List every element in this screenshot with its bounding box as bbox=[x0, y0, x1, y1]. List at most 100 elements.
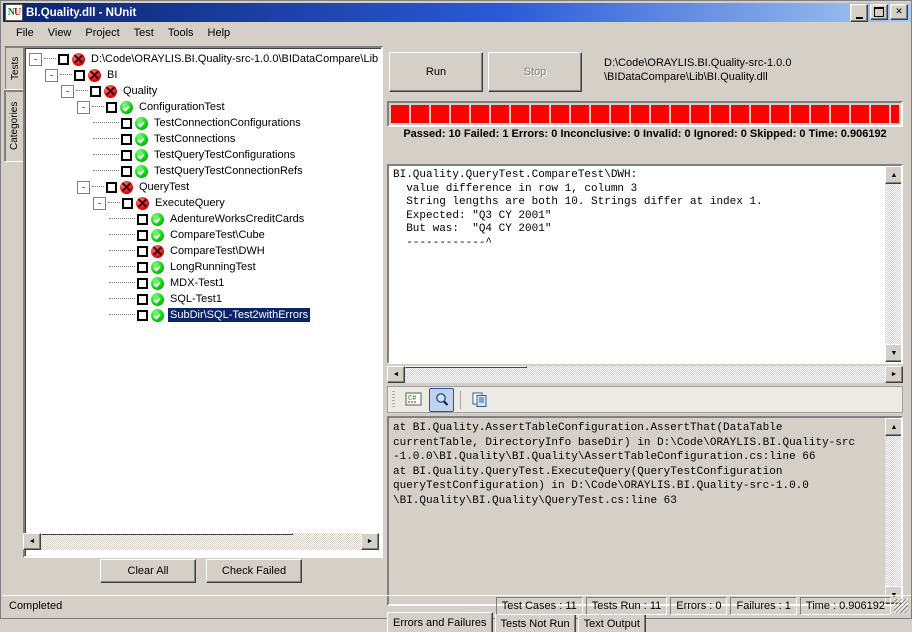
scroll-left-arrow-icon[interactable]: ◄ bbox=[387, 366, 405, 383]
tree-node[interactable]: CompareTest\Cube bbox=[29, 227, 381, 243]
menu-view[interactable]: View bbox=[41, 25, 79, 41]
tree-node[interactable]: -QueryTest bbox=[29, 179, 381, 195]
stack-trace-text: at BI.Quality.AssertTableConfiguration.A… bbox=[389, 418, 901, 511]
tree-node-checkbox[interactable] bbox=[90, 86, 101, 97]
progress-bar-fill bbox=[391, 105, 899, 123]
tree-node-checkbox[interactable] bbox=[121, 134, 132, 145]
tree-expander-icon[interactable]: - bbox=[77, 101, 90, 114]
progress-segment bbox=[831, 105, 849, 123]
test-tree-panel[interactable]: - D:\Code\ORAYLIS.BI.Quality-src-1.0.0\BI… bbox=[23, 46, 383, 558]
tree-node-checkbox[interactable] bbox=[137, 246, 148, 257]
tree-node-checkbox[interactable] bbox=[74, 70, 85, 81]
scroll-track[interactable] bbox=[885, 436, 901, 586]
tree-node[interactable]: LongRunningTest bbox=[29, 259, 381, 275]
title-bar: NU BI.Quality.dll - NUnit ✕ bbox=[3, 3, 911, 22]
tree-node[interactable]: -BI bbox=[29, 67, 381, 83]
tree-node-checkbox[interactable] bbox=[137, 310, 148, 321]
test-failed-icon bbox=[104, 85, 117, 98]
tree-expander-icon[interactable]: - bbox=[93, 197, 106, 210]
test-failed-icon bbox=[136, 197, 149, 210]
minimize-button[interactable] bbox=[850, 4, 868, 22]
tree-node-checkbox[interactable] bbox=[137, 230, 148, 241]
tree-node[interactable]: -ConfigurationTest bbox=[29, 99, 381, 115]
errors-horizontal-scrollbar[interactable]: ◄ ► bbox=[387, 366, 903, 383]
scroll-track[interactable] bbox=[41, 533, 361, 550]
test-passed-icon bbox=[135, 165, 148, 178]
scroll-left-arrow-icon[interactable]: ◄ bbox=[23, 533, 41, 550]
clear-all-button[interactable]: Clear All bbox=[100, 559, 196, 583]
menu-file[interactable]: File bbox=[9, 25, 41, 41]
tab-tests-not-run[interactable]: Tests Not Run bbox=[495, 614, 576, 632]
tree-node-checkbox[interactable] bbox=[121, 150, 132, 161]
tree-connector bbox=[109, 218, 135, 220]
scroll-thumb[interactable] bbox=[41, 533, 293, 535]
tree-node-checkbox[interactable] bbox=[58, 54, 69, 65]
scroll-thumb[interactable] bbox=[405, 366, 527, 368]
tree-node-checkbox[interactable] bbox=[121, 118, 132, 129]
tree-expander-icon[interactable]: - bbox=[29, 53, 42, 66]
tree-node[interactable]: TestQueryTestConnectionRefs bbox=[29, 163, 381, 179]
menu-help[interactable]: Help bbox=[201, 25, 238, 41]
tree-node[interactable]: -ExecuteQuery bbox=[29, 195, 381, 211]
stack-trace-box[interactable]: at BI.Quality.AssertTableConfiguration.A… bbox=[387, 416, 903, 606]
scroll-right-arrow-icon[interactable]: ► bbox=[361, 533, 379, 550]
menu-test[interactable]: Test bbox=[127, 25, 161, 41]
tree-node[interactable]: -Quality bbox=[29, 83, 381, 99]
scroll-track[interactable] bbox=[405, 366, 885, 383]
tree-node[interactable]: TestQueryTestConfigurations bbox=[29, 147, 381, 163]
tree-node-label: SubDir\SQL-Test2withErrors bbox=[168, 308, 310, 322]
tree-expander-icon[interactable]: - bbox=[45, 69, 58, 82]
menu-tools[interactable]: Tools bbox=[161, 25, 201, 41]
tree-node-checkbox[interactable] bbox=[137, 214, 148, 225]
close-button[interactable]: ✕ bbox=[890, 4, 908, 20]
tab-text-output[interactable]: Text Output bbox=[578, 614, 646, 632]
errors-vertical-scrollbar[interactable]: ▲ ▼ bbox=[885, 166, 901, 362]
tree-node[interactable]: SQL-Test1 bbox=[29, 291, 381, 307]
tree-expander-icon[interactable]: - bbox=[61, 85, 74, 98]
stack-vertical-scrollbar[interactable]: ▲ ▼ bbox=[885, 418, 901, 604]
tree-node[interactable]: TestConnectionConfigurations bbox=[29, 115, 381, 131]
stack-toolbar: C# bbox=[387, 386, 903, 413]
progress-segment bbox=[731, 105, 749, 123]
tree-node[interactable]: MDX-Test1 bbox=[29, 275, 381, 291]
test-passed-icon bbox=[135, 117, 148, 130]
tree-node[interactable]: CompareTest\DWH bbox=[29, 243, 381, 259]
scroll-right-arrow-icon[interactable]: ► bbox=[885, 366, 903, 383]
copy-icon[interactable] bbox=[467, 388, 492, 412]
tree-node[interactable]: AdentureWorksCreditCards bbox=[29, 211, 381, 227]
check-failed-button[interactable]: Check Failed bbox=[206, 559, 302, 583]
tree-node-checkbox[interactable] bbox=[106, 182, 117, 193]
tree-node[interactable]: - D:\Code\ORAYLIS.BI.Quality-src-1.0.0\BI… bbox=[29, 51, 381, 67]
tree-node-checkbox[interactable] bbox=[106, 102, 117, 113]
scroll-up-arrow-icon[interactable]: ▲ bbox=[885, 418, 903, 436]
assembly-path-line2: \BIDataCompare\Lib\BI.Quality.dll bbox=[604, 70, 791, 84]
scroll-down-arrow-icon[interactable]: ▼ bbox=[885, 344, 903, 362]
errors-output-box[interactable]: BI.Quality.QueryTest.CompareTest\DWH: va… bbox=[387, 164, 903, 364]
tree-horizontal-scrollbar[interactable]: ◄ ► bbox=[23, 533, 379, 550]
progress-segment bbox=[771, 105, 789, 123]
tree-node-checkbox[interactable] bbox=[121, 166, 132, 177]
tree-node-label: D:\Code\ORAYLIS.BI.Quality-src-1.0.0\BID… bbox=[89, 52, 380, 66]
menu-project[interactable]: Project bbox=[78, 25, 126, 41]
status-bar: Completed Test Cases : 11 Tests Run : 11… bbox=[3, 595, 911, 616]
window-controls: ✕ bbox=[850, 4, 908, 22]
stop-button[interactable]: Stop bbox=[488, 52, 582, 92]
tree-connector bbox=[76, 90, 88, 92]
tree-node-checkbox[interactable] bbox=[137, 262, 148, 273]
tree-node[interactable]: SubDir\SQL-Test2withErrors bbox=[29, 307, 381, 323]
tree-node-checkbox[interactable] bbox=[122, 198, 133, 209]
source-code-icon[interactable]: C# bbox=[401, 388, 426, 412]
run-button[interactable]: Run bbox=[389, 52, 483, 92]
magnifier-icon[interactable] bbox=[429, 388, 454, 412]
toolbar-grip[interactable] bbox=[392, 391, 395, 408]
scroll-up-arrow-icon[interactable]: ▲ bbox=[885, 166, 903, 184]
tree-node-checkbox[interactable] bbox=[137, 278, 148, 289]
vtab-categories[interactable]: Categories bbox=[4, 90, 25, 162]
scroll-track[interactable] bbox=[885, 184, 901, 344]
maximize-button[interactable] bbox=[870, 4, 888, 20]
tree-node[interactable]: TestConnections bbox=[29, 131, 381, 147]
tree-expander-icon[interactable]: - bbox=[77, 181, 90, 194]
tree-node-checkbox[interactable] bbox=[137, 294, 148, 305]
resize-grip-icon[interactable] bbox=[894, 599, 908, 613]
tree-connector bbox=[93, 122, 119, 124]
